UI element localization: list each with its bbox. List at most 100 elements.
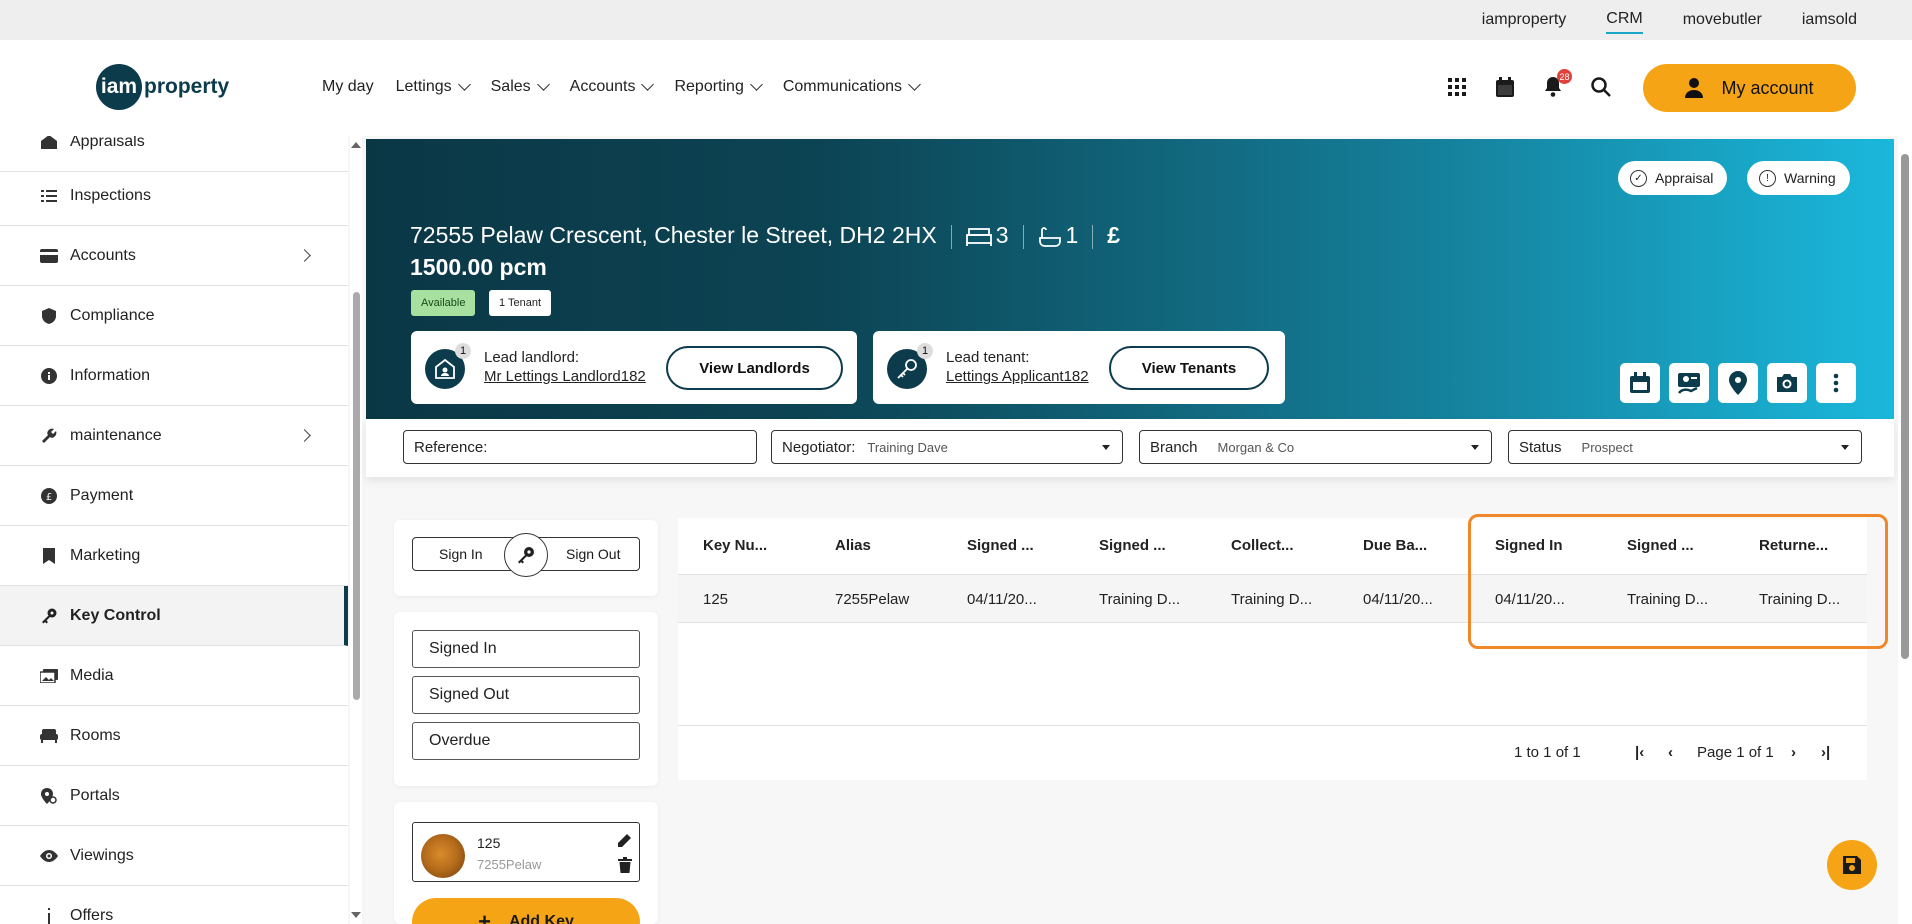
sidebar-item-payment[interactable]: £ Payment <box>0 466 348 526</box>
save-button[interactable] <box>1827 840 1877 890</box>
product-link-movebutler[interactable]: movebutler <box>1683 7 1762 33</box>
branch-select[interactable]: Branch Morgan & Co <box>1139 430 1492 464</box>
sidebar-item-maintenance[interactable]: maintenance <box>0 406 348 466</box>
column-header-signed-out-date[interactable]: Signed ... <box>967 537 1034 554</box>
column-header-due-back[interactable]: Due Ba... <box>1363 537 1427 554</box>
sign-in-option[interactable]: Sign In <box>439 546 483 562</box>
nav-accounts[interactable]: Accounts <box>570 78 655 96</box>
appraisal-pill[interactable]: ✓ Appraisal <box>1618 161 1728 195</box>
logo[interactable]: iam property <box>96 64 229 110</box>
last-page-icon[interactable]: ›| <box>1821 744 1830 761</box>
filter-signed-in-button[interactable]: Signed In <box>412 630 640 668</box>
map-pin-icon[interactable] <box>1718 363 1758 403</box>
search-icon[interactable] <box>1590 76 1612 98</box>
product-link-iamproperty[interactable]: iamproperty <box>1482 7 1566 33</box>
highlight-box <box>1468 514 1888 649</box>
calendar-icon[interactable] <box>1494 76 1516 98</box>
sidebar-item-media[interactable]: Media <box>0 646 348 706</box>
sidebar-item-inspections[interactable]: Inspections <box>0 166 348 226</box>
status-select[interactable]: Status Prospect <box>1508 430 1862 464</box>
trash-icon[interactable] <box>618 857 632 873</box>
info-small-icon <box>40 907 58 924</box>
add-key-button[interactable]: + Add Key <box>412 898 640 924</box>
notification-badge: 28 <box>1557 69 1572 84</box>
product-link-crm[interactable]: CRM <box>1606 6 1643 34</box>
lead-tenant-link[interactable]: Lettings Applicant182 <box>946 368 1089 385</box>
key-card[interactable]: 125 7255Pelaw <box>412 822 640 882</box>
first-page-icon[interactable]: |‹ <box>1635 744 1644 761</box>
reference-field[interactable]: Reference: <box>403 430 757 464</box>
property-address: 72555 Pelaw Crescent, Chester le Street,… <box>410 222 937 248</box>
sidebar-item-offers[interactable]: Offers <box>0 886 348 924</box>
nav-sales[interactable]: Sales <box>491 78 550 96</box>
warning-pill[interactable]: ! Warning <box>1747 161 1850 195</box>
sidebar-item-information[interactable]: Information <box>0 346 348 406</box>
cell-key-number: 125 <box>703 591 729 608</box>
sidebar-item-portals[interactable]: Portals <box>0 766 348 826</box>
key-icon <box>40 607 58 625</box>
column-header-collected-by[interactable]: Collect... <box>1231 537 1294 554</box>
product-link-iamsold[interactable]: iamsold <box>1802 7 1857 33</box>
scroll-up-arrow[interactable] <box>351 142 361 148</box>
sidebar-scroll-thumb[interactable] <box>353 292 360 700</box>
apps-grid-icon[interactable] <box>1446 76 1468 98</box>
column-header-alias[interactable]: Alias <box>835 537 871 554</box>
bathroom-count: 1 <box>1065 222 1079 248</box>
tenant-count-chip: 1 Tenant <box>489 290 552 316</box>
sidebar-item-accounts[interactable]: Accounts <box>0 226 348 286</box>
page-scroll-thumb[interactable] <box>1901 154 1909 659</box>
pagination-range: 1 to 1 of 1 <box>1514 744 1581 761</box>
column-header-signed-out-by[interactable]: Signed ... <box>1099 537 1166 554</box>
sidebar-item-key-control[interactable]: Key Control <box>0 586 348 646</box>
pencil-icon[interactable] <box>616 833 632 849</box>
status-chip: Available <box>411 290 476 316</box>
property-title: 72555 Pelaw Crescent, Chester le Street,… <box>410 222 1120 249</box>
sign-in-out-toggle[interactable]: Sign In Sign Out <box>412 533 640 577</box>
lead-tenant-label: Lead tenant: <box>946 349 1030 366</box>
camera-icon[interactable] <box>1767 363 1807 403</box>
nav-communications[interactable]: Communications <box>783 78 921 96</box>
column-header-key-number[interactable]: Key Nu... <box>703 537 767 554</box>
scroll-down-arrow[interactable] <box>351 912 361 918</box>
floppy-disk-icon <box>1843 856 1861 874</box>
chevron-down-icon <box>749 78 763 91</box>
bell-icon[interactable]: 28 <box>1542 69 1572 98</box>
key-toggle-icon[interactable] <box>504 533 548 577</box>
filter-signed-out-button[interactable]: Signed Out <box>412 676 640 714</box>
sidebar-item-viewings[interactable]: Viewings <box>0 826 348 886</box>
exclamation-circle-icon: ! <box>1759 169 1776 187</box>
chevron-down-icon <box>457 78 471 91</box>
nav-my-day[interactable]: My day <box>322 78 374 96</box>
sign-out-option[interactable]: Sign Out <box>566 546 620 562</box>
tenant-count: 1 <box>917 343 933 359</box>
view-landlords-button[interactable]: View Landlords <box>666 346 843 390</box>
sidebar-item-rooms[interactable]: Rooms <box>0 706 348 766</box>
calendar-tool-icon[interactable] <box>1620 363 1660 403</box>
nav-lettings[interactable]: Lettings <box>396 78 471 96</box>
filter-overdue-button[interactable]: Overdue <box>412 722 640 760</box>
sidebar-item-marketing[interactable]: Marketing <box>0 526 348 586</box>
prev-page-icon[interactable]: ‹ <box>1668 744 1673 761</box>
bookmark-icon <box>40 547 58 565</box>
plus-icon: + <box>478 909 491 924</box>
landlord-count: 1 <box>455 343 471 359</box>
cell-signed-out-date: 04/11/20... <box>967 591 1037 608</box>
svg-text:£: £ <box>46 492 52 503</box>
lead-landlord-link[interactable]: Mr Lettings Landlord182 <box>484 368 646 385</box>
sidebar-item-compliance[interactable]: Compliance <box>0 286 348 346</box>
tenant-card: 1 Lead tenant: Lettings Applicant182 Vie… <box>873 331 1285 404</box>
tenant-pay-icon[interactable] <box>1669 363 1709 403</box>
page-indicator: Page 1 of 1 <box>1697 744 1774 761</box>
next-page-icon[interactable]: › <box>1791 744 1796 761</box>
negotiator-select[interactable]: Negotiator: Training Dave <box>771 430 1123 464</box>
appraisal-icon <box>40 136 58 151</box>
bed-icon <box>965 228 992 246</box>
view-tenants-button[interactable]: View Tenants <box>1109 346 1269 390</box>
cell-alias: 7255Pelaw <box>835 591 910 608</box>
bedroom-count: 3 <box>995 222 1009 248</box>
cell-due-back: 04/11/20... <box>1363 591 1433 608</box>
cell-signed-out-by: Training D... <box>1099 591 1181 608</box>
more-vertical-icon[interactable] <box>1816 363 1856 403</box>
nav-reporting[interactable]: Reporting <box>674 78 763 96</box>
my-account-button[interactable]: My account <box>1643 64 1856 112</box>
